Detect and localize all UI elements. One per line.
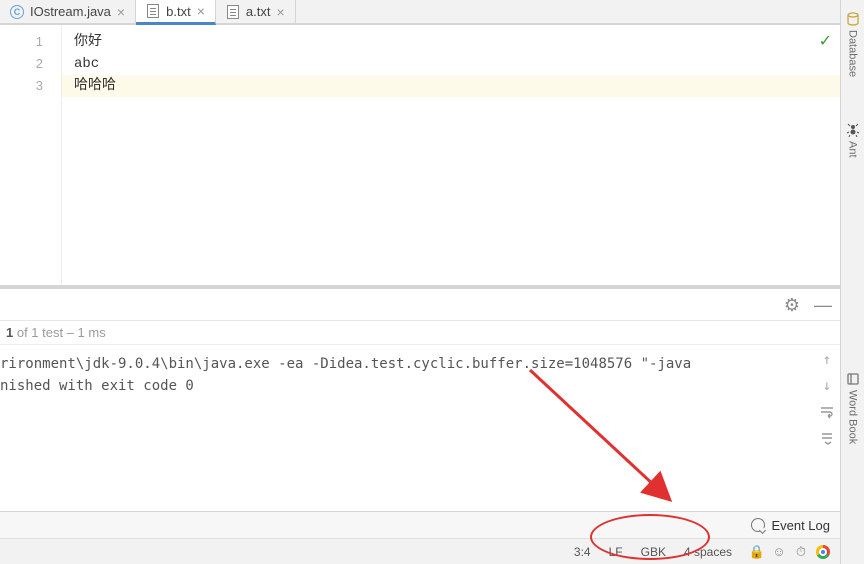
scroll-up-icon[interactable]: ↑ (818, 351, 836, 369)
text-file-icon (146, 4, 160, 18)
event-log-label: Event Log (771, 518, 830, 533)
code-line: abc (62, 53, 840, 75)
line-separator[interactable]: LF (609, 545, 623, 559)
database-icon (846, 12, 860, 26)
rail-ant[interactable]: Ant (846, 123, 860, 158)
tool-panel-actions: ⚙ — (0, 289, 840, 321)
text-file-icon (226, 5, 240, 19)
line-number: 2 (0, 53, 61, 75)
inspection-ok-icon: ✓ (819, 31, 832, 51)
ant-icon (846, 123, 860, 137)
code-area[interactable]: 你好 abc 哈哈哈 (62, 25, 840, 285)
tab-label: b.txt (166, 4, 191, 19)
rail-label: Ant (847, 141, 859, 158)
minimize-icon[interactable]: — (814, 296, 832, 314)
bottom-bars: Event Log 3:4 LF GBK 4 spaces 🔒 ☺ ⏱ (0, 511, 840, 564)
run-console[interactable]: rironment\jdk-9.0.4\bin\java.exe -ea -Di… (0, 345, 840, 511)
rail-label: Word Book (847, 390, 859, 444)
scroll-to-end-icon[interactable] (818, 429, 836, 447)
test-summary-rest: of 1 test – 1 ms (13, 325, 106, 340)
lock-icon[interactable]: 🔒 (750, 545, 764, 559)
rail-database[interactable]: Database (846, 12, 860, 77)
code-line: 你好 (62, 31, 840, 53)
tab-b-txt[interactable]: b.txt × (136, 0, 216, 25)
soft-wrap-icon[interactable] (818, 403, 836, 421)
file-encoding[interactable]: GBK (641, 545, 666, 559)
gear-icon[interactable]: ⚙ (784, 296, 800, 314)
console-line: nished with exit code 0 (0, 375, 840, 397)
tab-label: IOstream.java (30, 4, 111, 19)
scroll-down-icon[interactable]: ↓ (818, 377, 836, 395)
inspector-icon[interactable]: ☺ (772, 545, 786, 559)
rail-wordbook[interactable]: Word Book (846, 372, 860, 444)
tab-label: a.txt (246, 4, 271, 19)
close-icon[interactable]: × (117, 5, 125, 19)
status-icons: 🔒 ☺ ⏱ (750, 545, 830, 559)
console-side-actions: ↑ ↓ (818, 351, 836, 447)
right-tool-rail: Database Ant Word Book (840, 0, 864, 564)
close-icon[interactable]: × (276, 5, 284, 19)
code-line: 哈哈哈 (62, 75, 840, 97)
line-number-gutter: 1 2 3 (0, 25, 62, 285)
speech-bubble-icon (751, 518, 765, 532)
event-log-row[interactable]: Event Log (0, 512, 840, 538)
editor-tabs: C IOstream.java × b.txt × a.txt × (0, 0, 840, 25)
tab-iostream-java[interactable]: C IOstream.java × (0, 0, 136, 23)
rail-label: Database (847, 30, 859, 77)
tab-a-txt[interactable]: a.txt × (216, 0, 296, 23)
code-editor[interactable]: 1 2 3 你好 abc 哈哈哈 ✓ (0, 25, 840, 285)
java-class-icon: C (10, 5, 24, 19)
status-bar: 3:4 LF GBK 4 spaces 🔒 ☺ ⏱ (0, 538, 840, 564)
line-number: 1 (0, 31, 61, 53)
chrome-icon[interactable] (816, 545, 830, 559)
close-icon[interactable]: × (197, 4, 205, 18)
book-icon (846, 372, 860, 386)
memory-icon[interactable]: ⏱ (794, 545, 808, 559)
caret-position[interactable]: 3:4 (574, 545, 591, 559)
line-number: 3 (0, 75, 61, 97)
indent-setting[interactable]: 4 spaces (684, 545, 732, 559)
test-summary: 1 of 1 test – 1 ms (0, 321, 840, 345)
console-line: rironment\jdk-9.0.4\bin\java.exe -ea -Di… (0, 353, 840, 375)
